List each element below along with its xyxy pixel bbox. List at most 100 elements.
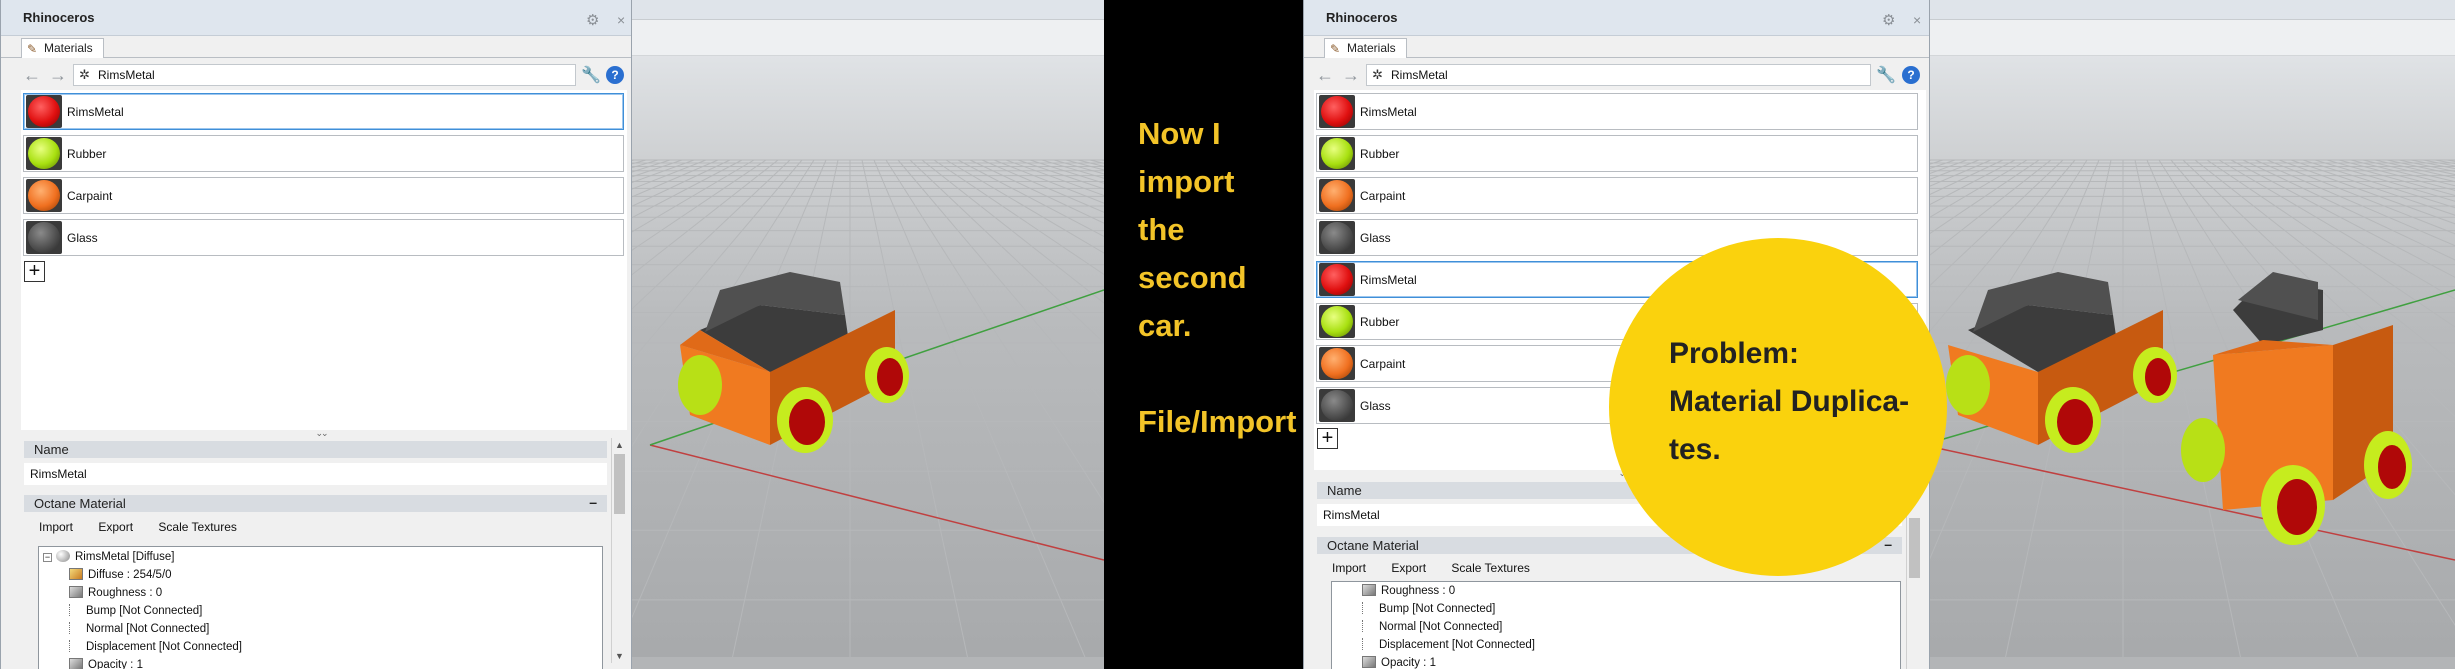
panel-splitter[interactable]: ⌄⌄ — [301, 428, 341, 438]
breadcrumb[interactable]: ✲ RimsMetal — [73, 64, 576, 86]
wrench-icon[interactable]: 🔧 — [581, 65, 601, 85]
octane-section-header[interactable]: Octane Material – — [24, 494, 607, 512]
tree-node-roughness[interactable]: Roughness : 0 — [69, 585, 162, 602]
material-swatch-green — [1321, 306, 1353, 337]
scroll-up-icon[interactable]: ▲ — [612, 440, 627, 450]
callout-line: Problem: — [1669, 337, 1800, 370]
texture-icon — [69, 568, 83, 580]
float-icon — [69, 658, 83, 669]
tab-label: Materials — [44, 41, 93, 55]
callout-line: Material Duplica- — [1669, 385, 1910, 418]
instruction-line: car. — [1138, 308, 1192, 343]
tree-node-displacement[interactable]: Displacement [Not Connected] — [69, 639, 242, 656]
brush-icon: ✎ — [1330, 42, 1341, 56]
forward-arrow-icon[interactable]: → — [49, 65, 67, 86]
material-node-tree: − RimsMetal [Diffuse] Diffuse : 254/5/0 R… — [38, 546, 603, 669]
tree-node-bump[interactable]: Bump [Not Connected] — [69, 603, 202, 620]
material-label: Carpaint — [67, 189, 113, 203]
close-icon[interactable]: × — [1913, 12, 1921, 28]
name-field[interactable]: RimsMetal — [24, 463, 607, 485]
tree-node-displacement[interactable]: Displacement [Not Connected] — [1362, 637, 1535, 654]
material-node-icon: ✲ — [79, 67, 90, 82]
breadcrumb-label: RimsMetal — [98, 68, 155, 82]
material-item-rimsmetal[interactable]: RimsMetal — [1316, 93, 1918, 130]
callout-line: tes. — [1669, 433, 1721, 466]
material-swatch-red — [1321, 264, 1353, 295]
material-label: Glass — [1360, 399, 1391, 413]
back-arrow-icon[interactable]: ← — [23, 65, 41, 86]
instruction-line: the — [1138, 212, 1185, 247]
material-item-carpaint[interactable]: Carpaint — [1316, 177, 1918, 214]
brush-icon: ✎ — [27, 42, 38, 56]
import-button[interactable]: Import — [39, 520, 73, 534]
material-node-tree: Roughness : 0 Bump [Not Connected] Norma… — [1331, 581, 1901, 669]
float-icon — [1362, 656, 1376, 668]
add-material-button[interactable]: + — [1317, 428, 1338, 449]
material-item-rimsmetal[interactable]: RimsMetal — [23, 93, 624, 130]
name-section-header: Name — [24, 441, 607, 458]
scrollbar-thumb[interactable] — [614, 454, 625, 514]
help-icon[interactable]: ? — [606, 66, 624, 84]
help-icon[interactable]: ? — [1902, 66, 1920, 84]
problem-callout: Problem: Material Duplica- tes. — [1609, 238, 1947, 576]
instruction-line: File/Import — [1138, 404, 1297, 439]
add-material-button[interactable]: + — [24, 261, 45, 282]
material-swatch-orange — [1321, 348, 1353, 379]
tree-node-bump[interactable]: Bump [Not Connected] — [1362, 601, 1495, 618]
material-item-rubber[interactable]: Rubber — [1316, 135, 1918, 172]
scale-textures-button[interactable]: Scale Textures — [158, 520, 237, 534]
float-icon — [69, 586, 83, 598]
scale-textures-button[interactable]: Scale Textures — [1451, 561, 1530, 575]
breadcrumb[interactable]: ✲ RimsMetal — [1366, 64, 1871, 86]
tree-node-diffuse[interactable]: Diffuse : 254/5/0 — [69, 567, 172, 584]
panel-titlebar: Rhinoceros ⚙ × — [1304, 0, 1929, 36]
material-swatch-green — [1321, 138, 1353, 169]
tab-materials[interactable]: ✎ Materials — [1324, 38, 1407, 58]
scrollbar-thumb[interactable] — [1909, 518, 1920, 578]
material-item-rubber[interactable]: Rubber — [23, 135, 624, 172]
close-icon[interactable]: × — [617, 12, 625, 28]
back-arrow-icon[interactable]: ← — [1316, 65, 1334, 86]
material-label: Rubber — [1360, 315, 1400, 329]
collapse-icon[interactable]: – — [1884, 536, 1892, 553]
export-button[interactable]: Export — [98, 520, 133, 534]
forward-arrow-icon[interactable]: → — [1342, 65, 1360, 86]
material-swatch-red — [1321, 96, 1353, 127]
import-button[interactable]: Import — [1332, 561, 1366, 575]
panel-title: Rhinoceros — [23, 10, 95, 25]
octane-button-row: Import Export Scale Textures — [39, 520, 599, 540]
material-label: RimsMetal — [1360, 105, 1417, 119]
instruction-line: second — [1138, 260, 1247, 295]
wrench-icon[interactable]: 🔧 — [1876, 65, 1896, 85]
tree-node-normal[interactable]: Normal [Not Connected] — [69, 621, 209, 638]
instruction-line: import — [1138, 164, 1235, 199]
tab-label: Materials — [1347, 41, 1396, 55]
material-swatch-gray — [28, 222, 60, 253]
tree-node-normal[interactable]: Normal [Not Connected] — [1362, 619, 1502, 636]
material-item-carpaint[interactable]: Carpaint — [23, 177, 624, 214]
tab-materials[interactable]: ✎ Materials — [21, 38, 104, 58]
material-swatch-gray — [1321, 222, 1353, 253]
tree-node-opacity[interactable]: Opacity : 1 — [69, 657, 143, 669]
callout-text: Problem: Material Duplica- tes. — [1669, 330, 1939, 474]
tree-node-opacity[interactable]: Opacity : 1 — [1362, 655, 1436, 669]
export-button[interactable]: Export — [1391, 561, 1426, 575]
material-swatch-green — [28, 138, 60, 169]
scroll-down-icon[interactable]: ▼ — [612, 651, 627, 661]
material-label: RimsMetal — [1360, 273, 1417, 287]
navigation-row: ← → ✲ RimsMetal 🔧 ? — [1, 62, 631, 88]
tree-node-roughness[interactable]: Roughness : 0 — [1362, 583, 1455, 600]
material-label: Rubber — [1360, 147, 1400, 161]
gear-icon[interactable]: ⚙ — [1882, 11, 1895, 29]
panel-title: Rhinoceros — [1326, 10, 1398, 25]
material-label: Glass — [67, 231, 98, 245]
navigation-row: ← → ✲ RimsMetal 🔧 ? — [1304, 62, 1929, 88]
material-item-glass[interactable]: Glass — [23, 219, 624, 256]
collapse-icon[interactable]: – — [589, 494, 597, 511]
material-swatch-orange — [1321, 180, 1353, 211]
properties-scrollbar[interactable]: ▲ ▼ — [611, 438, 627, 663]
tree-node-root[interactable]: − RimsMetal [Diffuse] — [43, 549, 174, 566]
gear-icon[interactable]: ⚙ — [586, 11, 599, 29]
material-label: Carpaint — [1360, 189, 1406, 203]
collapse-tree-icon[interactable]: − — [43, 553, 52, 562]
